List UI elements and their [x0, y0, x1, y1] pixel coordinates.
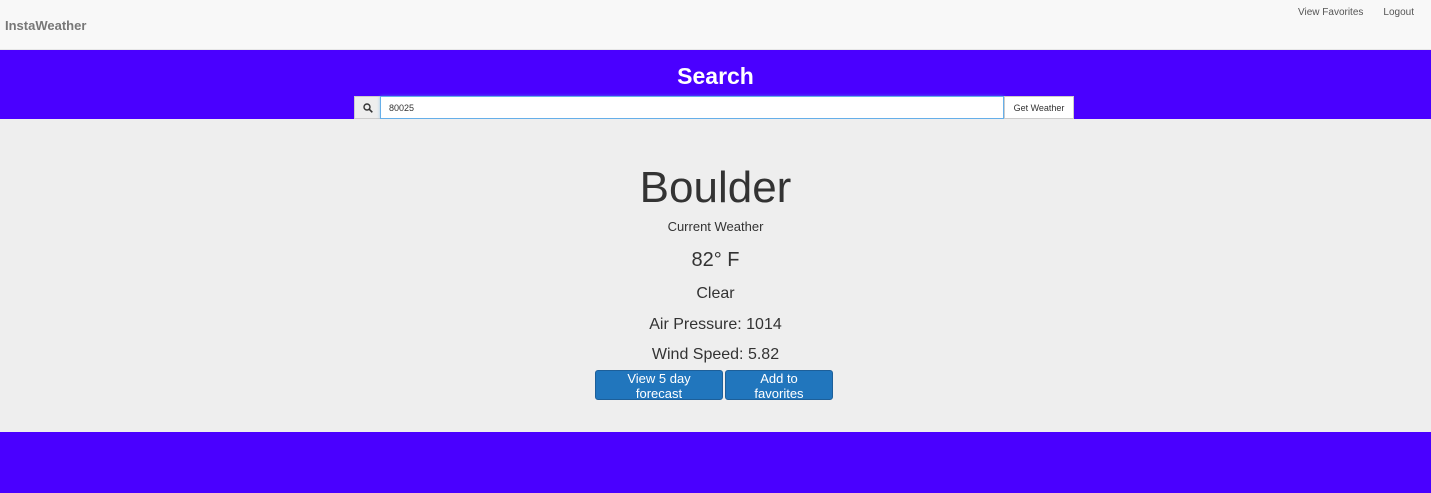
add-to-favorites-button[interactable]: Add to favorites — [725, 370, 833, 401]
weather-panel: Boulder Current Weather 82° F Clear Air … — [0, 119, 1431, 432]
search-group: Get Weather — [354, 96, 1074, 119]
action-buttons: View 5 day forecast Add to favorites — [595, 370, 833, 401]
brand-logo[interactable]: InstaWeather — [5, 18, 86, 33]
nav-links: View Favorites Logout — [1298, 7, 1414, 18]
search-section: Search Get Weather — [0, 50, 1431, 119]
search-title: Search — [677, 63, 754, 89]
logout-link[interactable]: Logout — [1383, 7, 1414, 18]
city-name: Boulder — [639, 163, 792, 212]
temperature: 82° F — [691, 249, 740, 271]
get-weather-button[interactable]: Get Weather — [1004, 96, 1074, 119]
view-favorites-link[interactable]: View Favorites — [1298, 7, 1363, 18]
footer-band — [0, 432, 1431, 493]
view-forecast-button[interactable]: View 5 day forecast — [595, 370, 723, 401]
current-weather-label: Current Weather — [667, 219, 764, 234]
wind-speed: Wind Speed: 5.82 — [651, 346, 780, 363]
search-icon — [354, 96, 380, 119]
top-navbar: InstaWeather View Favorites Logout — [0, 0, 1431, 50]
search-input[interactable] — [380, 96, 1004, 119]
air-pressure: Air Pressure: 1014 — [649, 316, 782, 333]
weather-condition: Clear — [696, 285, 735, 302]
